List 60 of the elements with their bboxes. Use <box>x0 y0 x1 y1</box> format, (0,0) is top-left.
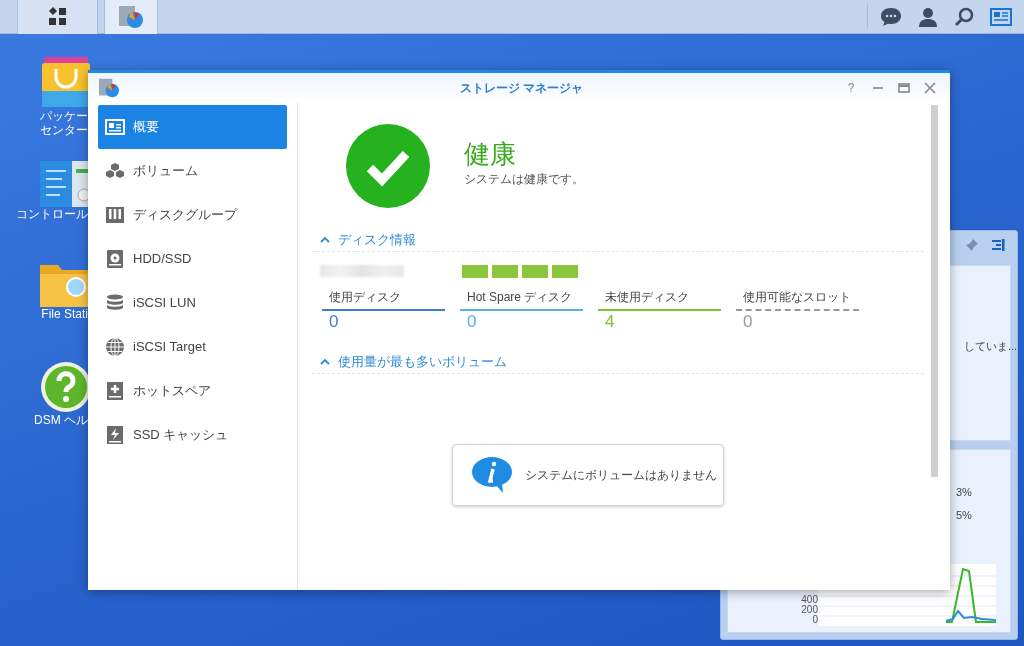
section-header[interactable]: ディスク情報 <box>312 228 924 252</box>
axis-label: 200 <box>801 605 818 615</box>
search-icon[interactable] <box>954 6 974 27</box>
id-card-icon <box>105 118 125 136</box>
percent-text: 3% <box>956 485 972 500</box>
chat-icon[interactable] <box>880 6 902 27</box>
sidebar-item[interactable]: ボリューム <box>98 149 287 193</box>
grid-icon <box>47 7 68 27</box>
sidebar-item[interactable]: 概要 <box>98 105 287 149</box>
sidebar-item[interactable]: iSCSI LUN <box>98 281 287 325</box>
check-circle-icon <box>346 123 430 208</box>
maximize-icon[interactable] <box>898 82 910 94</box>
health-description: システムは健康です。 <box>464 170 584 188</box>
stat-label: 使用ディスク <box>328 290 402 305</box>
window-title: ストレージ マネージャ <box>460 80 584 97</box>
stat-value: 0 <box>742 311 754 333</box>
stat-label: Hot Spare ディスク <box>466 290 574 305</box>
sidebar-item[interactable]: SSD キャッシュ <box>98 413 287 457</box>
close-icon[interactable] <box>924 82 936 94</box>
help-button[interactable]: ? <box>844 79 858 97</box>
scrollbar[interactable] <box>931 105 938 477</box>
shopping-bag-icon[interactable] <box>40 55 92 109</box>
main-menu-button[interactable] <box>18 0 98 34</box>
icon-label: パッケー <box>40 109 88 123</box>
cubes-icon <box>105 162 125 180</box>
axis-label: 0 <box>812 615 818 625</box>
axis-label: 400 <box>801 595 818 605</box>
storage-app-icon <box>98 78 120 98</box>
widget-menu-icon[interactable] <box>991 238 1005 252</box>
sidebar-item[interactable]: HDD/SSD <box>98 237 287 281</box>
globe-icon <box>105 337 125 357</box>
sidebar-item[interactable]: ディスクグループ <box>98 193 287 237</box>
stat-label: 未使用ディスク <box>604 290 690 305</box>
hard-drive-icon <box>105 250 125 268</box>
sidebar-item[interactable]: iSCSI Target <box>98 325 287 369</box>
sidebar-item[interactable]: ホットスペア <box>98 369 287 413</box>
widget-text: していま... <box>964 339 1018 354</box>
chevron-icon <box>320 236 330 243</box>
database-icon <box>105 294 125 312</box>
stat-label: 使用可能なスロット <box>742 290 852 305</box>
plus-drive-icon <box>105 382 125 400</box>
stat-value: 0 <box>328 311 340 333</box>
icon-label: コントロール <box>16 207 88 221</box>
info-bubble-icon <box>471 456 513 494</box>
stat-value: 4 <box>604 311 616 333</box>
app-button[interactable] <box>104 0 158 34</box>
section-header[interactable]: 使用量が最も多いボリューム <box>312 350 924 374</box>
icon-label: File Stati <box>41 307 88 321</box>
storage-app-icon <box>118 5 144 29</box>
info-message: システムにボリュームはありません <box>525 467 717 484</box>
bolt-drive-icon <box>105 426 125 444</box>
health-status: 健康 <box>464 137 517 170</box>
stat-value: 0 <box>466 311 478 333</box>
chevron-icon <box>320 358 330 365</box>
widgets-icon[interactable] <box>990 7 1012 26</box>
icon-label: DSM ヘル <box>34 413 88 427</box>
user-icon[interactable] <box>918 6 938 27</box>
percent-text: 5% <box>956 507 972 523</box>
icon-label: センター <box>40 123 88 137</box>
disk-group-icon <box>105 206 125 224</box>
